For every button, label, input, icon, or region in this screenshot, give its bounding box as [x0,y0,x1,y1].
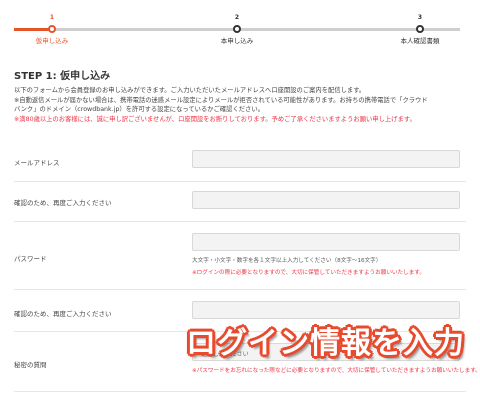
password-row: パスワード 大文字・小文字・数字を各１文字以上入力してください（8文字〜16文字… [14,222,466,290]
step-label: 本申し込み [220,37,254,45]
email-row: メールアドレス [14,140,466,182]
page-title: STEP 1: 仮申し込み [14,71,111,82]
step-dot-icon [48,25,56,33]
email-field[interactable] [192,150,460,168]
intro-line: ※自動返信メールが届かない場合は、携帯電話の迷惑メール設定によりメールが拒否され… [14,96,428,104]
password-help: 大文字・小文字・数字を各１文字以上入力してください（8文字〜16文字） [192,258,382,264]
password-warning: ※ログインの際に必要となりますので、大切に保管していただきますようお願いいたしま… [192,270,425,276]
email-label: メールアドレス [14,159,60,167]
step-number: 1 [49,14,55,21]
progress-bar: 1 仮申し込み 2 本申し込み 3 本人確認書類 [0,0,480,60]
password-confirm-label: 確認のため、再度ご入力ください [14,310,112,318]
email-confirm-field[interactable] [192,191,460,209]
step-dot-icon [416,25,424,33]
secret-question-warning: ※パスワードをお忘れになった際などに必要となりますので、大切に保管していただきま… [192,368,480,374]
password-field[interactable] [192,233,460,251]
intro-line: 以下のフォームから会員登録のお申し込みができます。ご入力いただいたメールアドレス… [14,87,366,94]
step-number: 2 [234,14,240,21]
step-number: 3 [417,14,423,21]
password-confirm-field[interactable] [192,301,460,319]
secret-question-label: 秘密の質問 [14,361,47,369]
progress-step-3: 3 本人確認書類 [370,14,470,46]
progress-step-1: 1 仮申し込み [2,14,102,46]
intro-text: 以下のフォームから会員登録のお申し込みができます。ご入力いただいたメールアドレス… [14,86,474,124]
password-label: パスワード [14,255,47,263]
email-confirm-row: 確認のため、再度ご入力ください [14,182,466,222]
progress-step-2: 2 本申し込み [187,14,287,46]
intro-warning: ※満80歳以上のお客様には、誠に申し訳ございませんが、口座開設をお断りしておりま… [14,115,416,123]
step-label: 本人確認書類 [400,37,440,45]
overlay-caption: ログイン情報を入力 [186,326,465,361]
email-confirm-label: 確認のため、再度ご入力ください [14,199,112,207]
intro-line: バンク」のドメイン（crowdbank.jp）を許可する設定になっているかご確認… [14,106,264,113]
step-dot-icon [233,25,241,33]
step-label: 仮申し込み [35,37,69,45]
